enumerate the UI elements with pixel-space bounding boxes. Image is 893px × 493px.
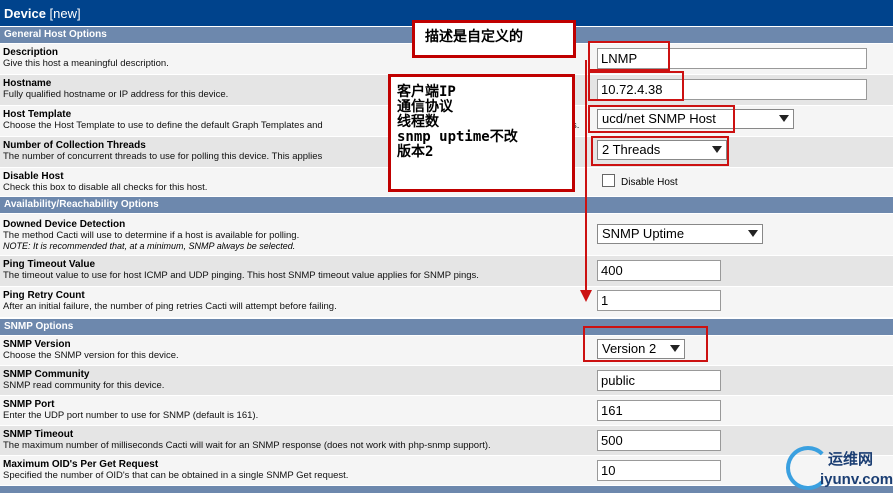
next-section-bar: [0, 486, 893, 493]
downed-detection-title: Downed Device Detection: [3, 219, 126, 230]
snmp-version-desc: Choose the SNMP version for this device.: [3, 350, 179, 361]
section-snmp: SNMP Options: [0, 319, 893, 335]
ping-retry-input[interactable]: [597, 290, 721, 311]
annotation-arrow-head: [580, 290, 592, 302]
annotation-note-line: 通信协议: [397, 99, 453, 115]
annotation-highlight-description: [588, 41, 670, 71]
snmp-version-title: SNMP Version: [3, 339, 71, 350]
ping-timeout-desc: The timeout value to use for host ICMP a…: [3, 270, 479, 281]
downed-detection-value: SNMP Uptime: [602, 226, 685, 241]
annotation-note-line: 客户端IP: [397, 84, 456, 100]
annotation-note-top: 描述是自定义的: [412, 20, 576, 58]
ping-retry-title: Ping Retry Count: [3, 290, 85, 301]
annotation-note-line: 线程数: [397, 114, 439, 130]
max-oids-desc: Specified the number of OID's that can b…: [3, 470, 349, 481]
snmp-community-desc: SNMP read community for this device.: [3, 380, 165, 391]
row-downed-detection: Downed Device Detection The method Cacti…: [0, 214, 893, 256]
disable-host-checkbox[interactable]: [602, 174, 615, 187]
annotation-note-side: 客户端IP 通信协议 线程数 snmp uptime不改 版本2: [388, 74, 575, 192]
snmp-community-title: SNMP Community: [3, 369, 90, 380]
snmp-timeout-input[interactable]: [597, 430, 721, 451]
page-title: Device: [4, 6, 46, 21]
snmp-community-input[interactable]: [597, 370, 721, 391]
annotation-note-top-text: 描述是自定义的: [425, 29, 523, 45]
annotation-highlight-hostname: [588, 71, 684, 101]
ping-retry-desc: After an initial failure, the number of …: [3, 301, 337, 312]
annotation-note-line: snmp uptime不改: [397, 129, 518, 145]
row-snmp-version: SNMP Version Choose the SNMP version for…: [0, 336, 893, 366]
row-ping-retry: Ping Retry Count After an initial failur…: [0, 287, 893, 318]
row-snmp-community: SNMP Community SNMP read community for t…: [0, 366, 893, 396]
snmp-timeout-title: SNMP Timeout: [3, 429, 74, 440]
row-max-oids: Maximum OID's Per Get Request Specified …: [0, 456, 893, 486]
page-title-tag: [new]: [49, 6, 81, 21]
snmp-timeout-desc: The maximum number of milliseconds Cacti…: [3, 440, 491, 451]
downed-detection-desc: The method Cacti will use to determine i…: [3, 230, 300, 241]
chevron-down-icon: [748, 230, 758, 237]
disable-host-checkbox-label: Disable Host: [621, 177, 678, 188]
ping-timeout-title: Ping Timeout Value: [3, 259, 96, 270]
annotation-highlight-snmp-version: [583, 326, 708, 362]
max-oids-input[interactable]: [597, 460, 721, 481]
watermark-logo: 运维网 iyunv.com: [786, 442, 893, 493]
snmp-port-input[interactable]: [597, 400, 721, 421]
snmp-port-title: SNMP Port: [3, 399, 55, 410]
annotation-highlight-template: [588, 105, 735, 133]
section-availability: Availability/Reachability Options: [0, 197, 893, 213]
annotation-arrow-line: [585, 60, 587, 293]
row-snmp-port: SNMP Port Enter the UDP port number to u…: [0, 396, 893, 426]
downed-detection-note: NOTE: It is recommended that, at a minim…: [3, 241, 296, 251]
row-snmp-timeout: SNMP Timeout The maximum number of milli…: [0, 426, 893, 456]
snmp-port-desc: Enter the UDP port number to use for SNM…: [3, 410, 259, 421]
watermark-line2: iyunv.com: [820, 471, 893, 488]
chevron-down-icon: [779, 115, 789, 122]
watermark-line1: 运维网: [828, 451, 874, 468]
description-desc: Give this host a meaningful description.: [3, 58, 169, 69]
ping-timeout-input[interactable]: [597, 260, 721, 281]
annotation-highlight-threads: [591, 136, 729, 166]
annotation-note-line: 版本2: [397, 144, 434, 160]
row-ping-timeout: Ping Timeout Value The timeout value to …: [0, 256, 893, 287]
max-oids-title: Maximum OID's Per Get Request: [3, 459, 159, 470]
downed-detection-select[interactable]: SNMP Uptime: [597, 224, 763, 244]
